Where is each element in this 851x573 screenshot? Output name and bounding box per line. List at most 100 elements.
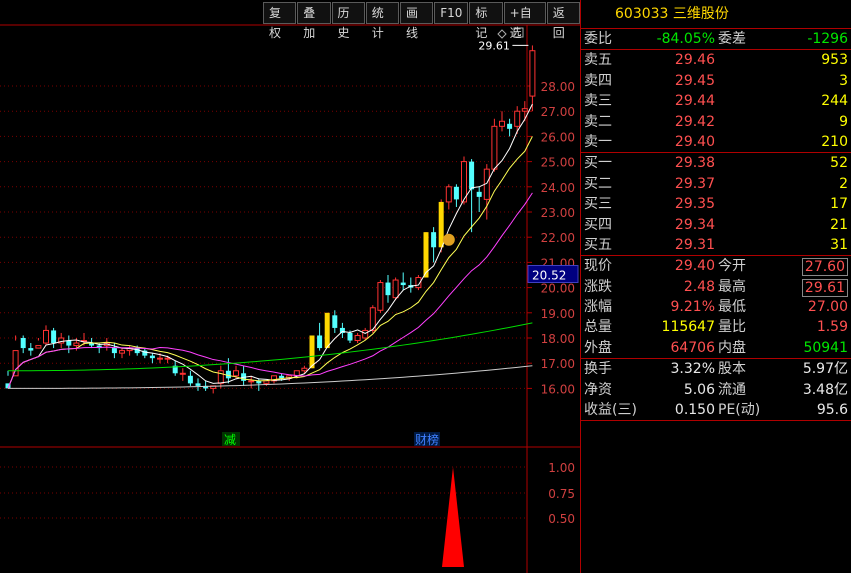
ask-level-price: 29.46: [674, 52, 715, 69]
stat-value: 64706: [670, 339, 715, 356]
stock-name: 三维股份: [672, 6, 729, 22]
tb-zixuan-button[interactable]: +自选: [503, 2, 546, 40]
price-tick-label: 26.00: [541, 130, 575, 144]
bid-level-volume: 21: [830, 216, 848, 233]
price-tick-label: 16.00: [541, 382, 575, 396]
stat-label: 外盘: [584, 339, 612, 356]
ask-level-row[interactable]: 卖一 29.40 210: [581, 132, 851, 152]
ask-level-row[interactable]: 卖五 29.46 953: [581, 50, 851, 70]
candle-body: [392, 279, 399, 299]
stats-row: 换手 3.32% 股本 5.97亿: [581, 359, 851, 379]
ask-level-price: 29.42: [674, 113, 715, 130]
bid-level-row[interactable]: 买五 29.31 31: [581, 235, 851, 255]
tb-tongji-button[interactable]: 统计: [365, 2, 399, 40]
stat-value: 50941: [803, 339, 848, 356]
ask-level-row[interactable]: 卖三 29.44 244: [581, 91, 851, 111]
bid-level-row[interactable]: 买四 29.34 21: [581, 215, 851, 235]
stat-label: 总量: [584, 319, 612, 336]
ask-level-row[interactable]: 卖二 29.42 9: [581, 112, 851, 132]
event-caibang-marker: 财榜: [415, 432, 439, 447]
ask-level-label: 卖四: [584, 72, 612, 89]
ask-level-row[interactable]: 卖四 29.45 3: [581, 71, 851, 91]
bid-level-label: 买四: [584, 216, 612, 233]
stat-value: 3.32%: [670, 361, 715, 378]
candle-body: [529, 50, 536, 97]
stat-value: 0.150: [674, 402, 715, 419]
event-jian-marker: 减: [224, 433, 236, 447]
price-tick-label: 25.00: [541, 156, 575, 170]
ask-level-label: 卖三: [584, 93, 612, 110]
tb-biaoji-button[interactable]: 标记: [469, 2, 503, 40]
candle-body: [491, 125, 498, 170]
stat-value: 9.21%: [670, 299, 715, 316]
bid-level-row[interactable]: 买三 29.35 17: [581, 194, 851, 214]
ma60-line: [7, 322, 533, 372]
weibi-row: 委比 -84.05% 委差 -1296: [581, 29, 851, 49]
bid-level-row[interactable]: 买二 29.37 2: [581, 174, 851, 194]
bid-level-price: 29.35: [674, 196, 715, 213]
tb-diejia-button[interactable]: 叠加: [297, 2, 331, 40]
bid-level-volume: 52: [830, 155, 848, 172]
candle-body: [119, 350, 125, 354]
stat-label: 现价: [584, 258, 612, 275]
stock-code: 603033: [615, 6, 669, 22]
price-tick-label: 28.00: [541, 80, 575, 94]
ask-level-label: 卖二: [584, 113, 612, 130]
bid-level-price: 29.37: [674, 175, 715, 192]
candle-body: [377, 282, 384, 311]
ma20-line: [7, 192, 533, 389]
candle-body: [179, 372, 186, 375]
candle-body: [362, 329, 369, 339]
candle-body: [12, 350, 19, 377]
bid-level-row[interactable]: 买一 29.38 52: [581, 153, 851, 173]
stat-value: 3.48亿: [802, 381, 848, 398]
stats-row: 总量 115647 量比 1.59: [581, 317, 851, 337]
tb-lishi-button[interactable]: 历史: [331, 2, 365, 40]
stat-label: 最高: [718, 278, 746, 295]
kline-chart-area[interactable]: 28.00 27.00 26.00 25.00 24.00 23.00 22.00 21.00…: [0, 0, 581, 573]
bid-level-price: 29.38: [674, 155, 715, 172]
candle-body: [149, 355, 155, 359]
price-tick-label: 24.00: [541, 181, 575, 195]
price-tick-label: 22.00: [541, 231, 575, 245]
stat-value: 27.00: [807, 299, 848, 316]
quote-panel: 603033 三维股份 委比 -84.05% 委差 -1296 卖五 29.46 9…: [580, 0, 851, 573]
ask-level-volume: 3: [839, 72, 848, 89]
indicator-tick-label: 0.75: [548, 487, 575, 501]
asks-section: 卖五 29.46 953 卖四 29.45 3 卖三 29.44 244 卖二 29.42 9 卖一 29…: [581, 49, 851, 152]
candle-body: [43, 329, 49, 344]
price-tick-label: 20.00: [541, 282, 575, 296]
bid-level-price: 29.31: [674, 236, 715, 253]
stat-label: 收益(三): [584, 402, 637, 419]
chart-toolbar: 复权 叠加 历史 统计 画线 F10 标记 +自选 返回: [262, 2, 581, 40]
ma10-line: [7, 136, 533, 389]
candle-body: [51, 330, 57, 344]
money-bag-icon: [442, 233, 455, 246]
price-tick-label: 18.00: [541, 332, 575, 346]
tb-f10-button[interactable]: F10: [434, 2, 469, 24]
tb-fuquan-button[interactable]: 复权: [263, 2, 297, 40]
stats-row: 涨幅 9.21% 最低 27.00: [581, 297, 851, 317]
stat-value: 95.6: [816, 402, 848, 419]
candle-body: [499, 120, 505, 127]
ma120-line: [7, 365, 533, 389]
stat-label: 流通: [718, 381, 746, 398]
candle-body: [431, 232, 437, 248]
stat-label: 今开: [718, 258, 746, 275]
candle-body: [73, 342, 80, 347]
candle-body: [339, 327, 345, 333]
weicha-value: -1296: [807, 31, 848, 47]
kline-chart-svg[interactable]: 28.0027.0026.0025.0024.0023.0022.0021.00…: [0, 0, 580, 573]
bid-level-label: 买三: [584, 196, 612, 213]
tb-huaxian-button[interactable]: 画线: [400, 2, 434, 40]
ask-level-volume: 210: [821, 133, 848, 150]
candle-body: [354, 334, 361, 342]
ask-level-price: 29.45: [674, 72, 715, 89]
stat-label: 最低: [718, 299, 746, 316]
panel-bottom-border: [581, 420, 851, 422]
candle-body: [157, 357, 163, 360]
candle-body: [35, 345, 42, 349]
stat-label: 净资: [584, 381, 612, 398]
bid-level-volume: 17: [830, 196, 848, 213]
tb-fanhui-button[interactable]: 返回: [546, 2, 581, 40]
